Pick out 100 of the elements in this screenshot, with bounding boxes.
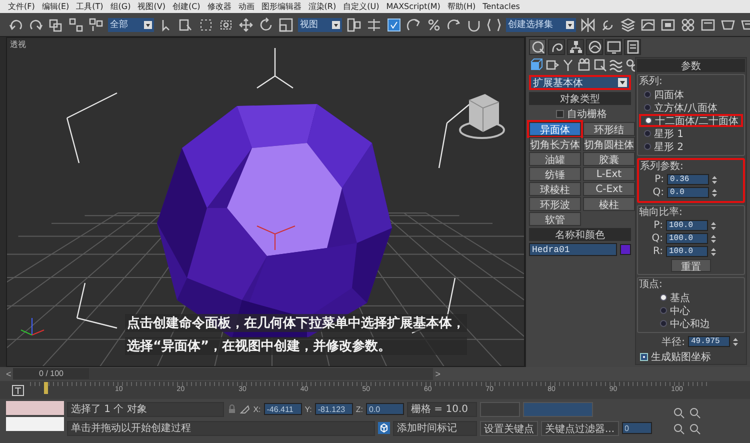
create-tab[interactable] <box>529 39 546 55</box>
number-field[interactable]: 100.0 <box>666 220 708 231</box>
menu-item[interactable]: 图形编辑器 <box>261 1 302 12</box>
rotate-icon[interactable] <box>258 16 274 32</box>
script-listener-field[interactable] <box>6 401 64 415</box>
dropdown[interactable]: 全部 <box>108 18 154 32</box>
frame-counter[interactable]: 0 / 100 <box>13 368 90 379</box>
spinner-arrows-icon[interactable] <box>712 174 717 184</box>
object-type-button[interactable]: L-Ext <box>583 167 635 181</box>
number-field[interactable]: 49.975 <box>688 336 730 347</box>
object-type-button[interactable]: 胶囊 <box>583 152 635 166</box>
helpers-icon[interactable] <box>593 58 607 72</box>
category-dropdown[interactable]: 扩展基本体 <box>529 75 631 90</box>
object-type-button[interactable]: 环形结 <box>583 122 635 136</box>
rollout-header[interactable]: 参数 <box>637 59 745 72</box>
rollout-header[interactable]: 对象类型 <box>529 92 631 105</box>
key-filters-button[interactable]: 关键点过滤器... <box>541 420 619 436</box>
layers-icon[interactable] <box>620 16 636 32</box>
radio-button[interactable] <box>644 143 651 150</box>
cube-icon[interactable] <box>378 422 390 434</box>
spinner-arrows-icon[interactable] <box>733 336 738 346</box>
snap-icon[interactable] <box>386 16 402 32</box>
object-type-button[interactable]: 环形波 <box>529 197 581 211</box>
menu-item[interactable]: 视图(V) <box>138 1 166 12</box>
object-type-button[interactable]: 切角圆柱体 <box>583 137 635 151</box>
link-icon[interactable] <box>48 16 64 32</box>
coordinate-field[interactable]: -81.123 <box>314 403 353 415</box>
geometry-icon[interactable] <box>529 58 543 72</box>
script-listener-field[interactable] <box>6 417 64 431</box>
number-field[interactable]: 0.0 <box>667 187 709 198</box>
spinner-arrows-icon[interactable] <box>711 246 716 256</box>
scale-icon[interactable] <box>278 16 294 32</box>
lights-icon[interactable] <box>561 58 575 72</box>
current-frame-field[interactable]: 0 <box>622 422 652 434</box>
region-select-icon[interactable] <box>198 16 214 32</box>
unlink-icon[interactable] <box>68 16 84 32</box>
percent-snap-icon[interactable] <box>426 16 442 32</box>
reset-button[interactable]: 重置 <box>671 259 711 272</box>
dropdown[interactable]: 创建选择集 <box>506 18 576 32</box>
radio-button[interactable] <box>644 91 651 98</box>
menu-item[interactable]: 文件(F) <box>8 1 35 12</box>
next-frame-button[interactable]: > <box>435 369 441 379</box>
object-type-button[interactable]: 异面体 <box>529 122 581 136</box>
number-field[interactable]: 100.0 <box>666 233 708 244</box>
angle-snap-icon[interactable] <box>406 16 422 32</box>
menu-item[interactable]: MAXScript(M) <box>386 2 440 11</box>
schematic-view-icon[interactable] <box>660 16 676 32</box>
menu-item[interactable]: 修改器 <box>207 1 232 12</box>
menu-item[interactable]: 渲染(R) <box>308 1 336 12</box>
menu-item[interactable]: Tentacles <box>482 2 520 11</box>
curve-editor-icon[interactable] <box>640 16 656 32</box>
radio-button[interactable] <box>660 294 667 301</box>
radio-button[interactable] <box>660 320 667 327</box>
pivot-icon[interactable] <box>346 16 362 32</box>
rollout-header[interactable]: 名称和颜色 <box>529 228 631 241</box>
display-tab[interactable] <box>605 39 622 55</box>
radio-button[interactable] <box>644 104 651 111</box>
zoom-icon[interactable] <box>673 407 685 419</box>
object-type-button[interactable]: C-Ext <box>583 182 635 196</box>
viewport-label[interactable]: 透视 <box>10 39 26 50</box>
mirror-icon[interactable] <box>580 16 596 32</box>
name-field[interactable]: Hedra01 <box>529 243 617 256</box>
set-key-button[interactable]: 设置关键点 <box>480 420 538 436</box>
menu-item[interactable]: 组(G) <box>110 1 131 12</box>
motion-tab[interactable] <box>586 39 603 55</box>
object-type-button[interactable]: 纺锤 <box>529 167 581 181</box>
color-swatch[interactable] <box>620 244 631 255</box>
number-field[interactable]: 0.36 <box>667 174 709 185</box>
checkbox[interactable] <box>640 352 648 360</box>
radio-button[interactable] <box>644 130 651 137</box>
hierarchy-tab[interactable] <box>567 39 584 55</box>
radio-button[interactable] <box>645 117 652 124</box>
object-type-button[interactable]: 切角长方体 <box>529 137 581 151</box>
viewport[interactable]: 透视 点击创建命令面板，在几何体下拉菜单中选择扩展基本体， 选择“异面体”，在视图中创建，并修改参数。 <box>6 37 525 367</box>
move-icon[interactable] <box>238 16 254 32</box>
menu-item[interactable]: 创建(C) <box>172 1 200 12</box>
coordinate-field[interactable]: -46.411 <box>264 403 302 415</box>
menu-item[interactable]: 编辑(E) <box>42 1 70 12</box>
shapes-icon[interactable] <box>545 58 559 72</box>
previous-frame-button[interactable]: < <box>6 369 12 379</box>
menu-item[interactable]: 自定义(U) <box>343 1 380 12</box>
utilities-tab[interactable] <box>624 39 641 55</box>
object-type-button[interactable]: 球棱柱 <box>529 182 581 196</box>
object-type-button[interactable]: 棱柱 <box>583 197 635 211</box>
select-by-name-icon[interactable] <box>178 16 194 32</box>
space-warps-icon[interactable] <box>609 58 623 72</box>
object-type-button[interactable]: 油罐 <box>529 152 581 166</box>
add-time-tag-button[interactable]: 添加时间标记 <box>393 420 477 436</box>
spinner-arrows-icon[interactable] <box>711 220 716 230</box>
bind-icon[interactable] <box>88 16 104 32</box>
cameras-icon[interactable] <box>577 58 591 72</box>
modify-tab[interactable] <box>548 39 565 55</box>
spinner-arrows-icon[interactable] <box>711 234 716 244</box>
render-setup-icon[interactable] <box>700 16 716 32</box>
object-type-button[interactable]: 软管 <box>529 212 581 226</box>
viewcube-icon[interactable] <box>459 94 505 139</box>
radio-button[interactable] <box>660 307 667 314</box>
mini-curve-editor-icon[interactable] <box>12 384 24 396</box>
spinner-arrows-icon[interactable] <box>712 188 717 198</box>
menu-item[interactable]: 动画 <box>238 1 254 12</box>
